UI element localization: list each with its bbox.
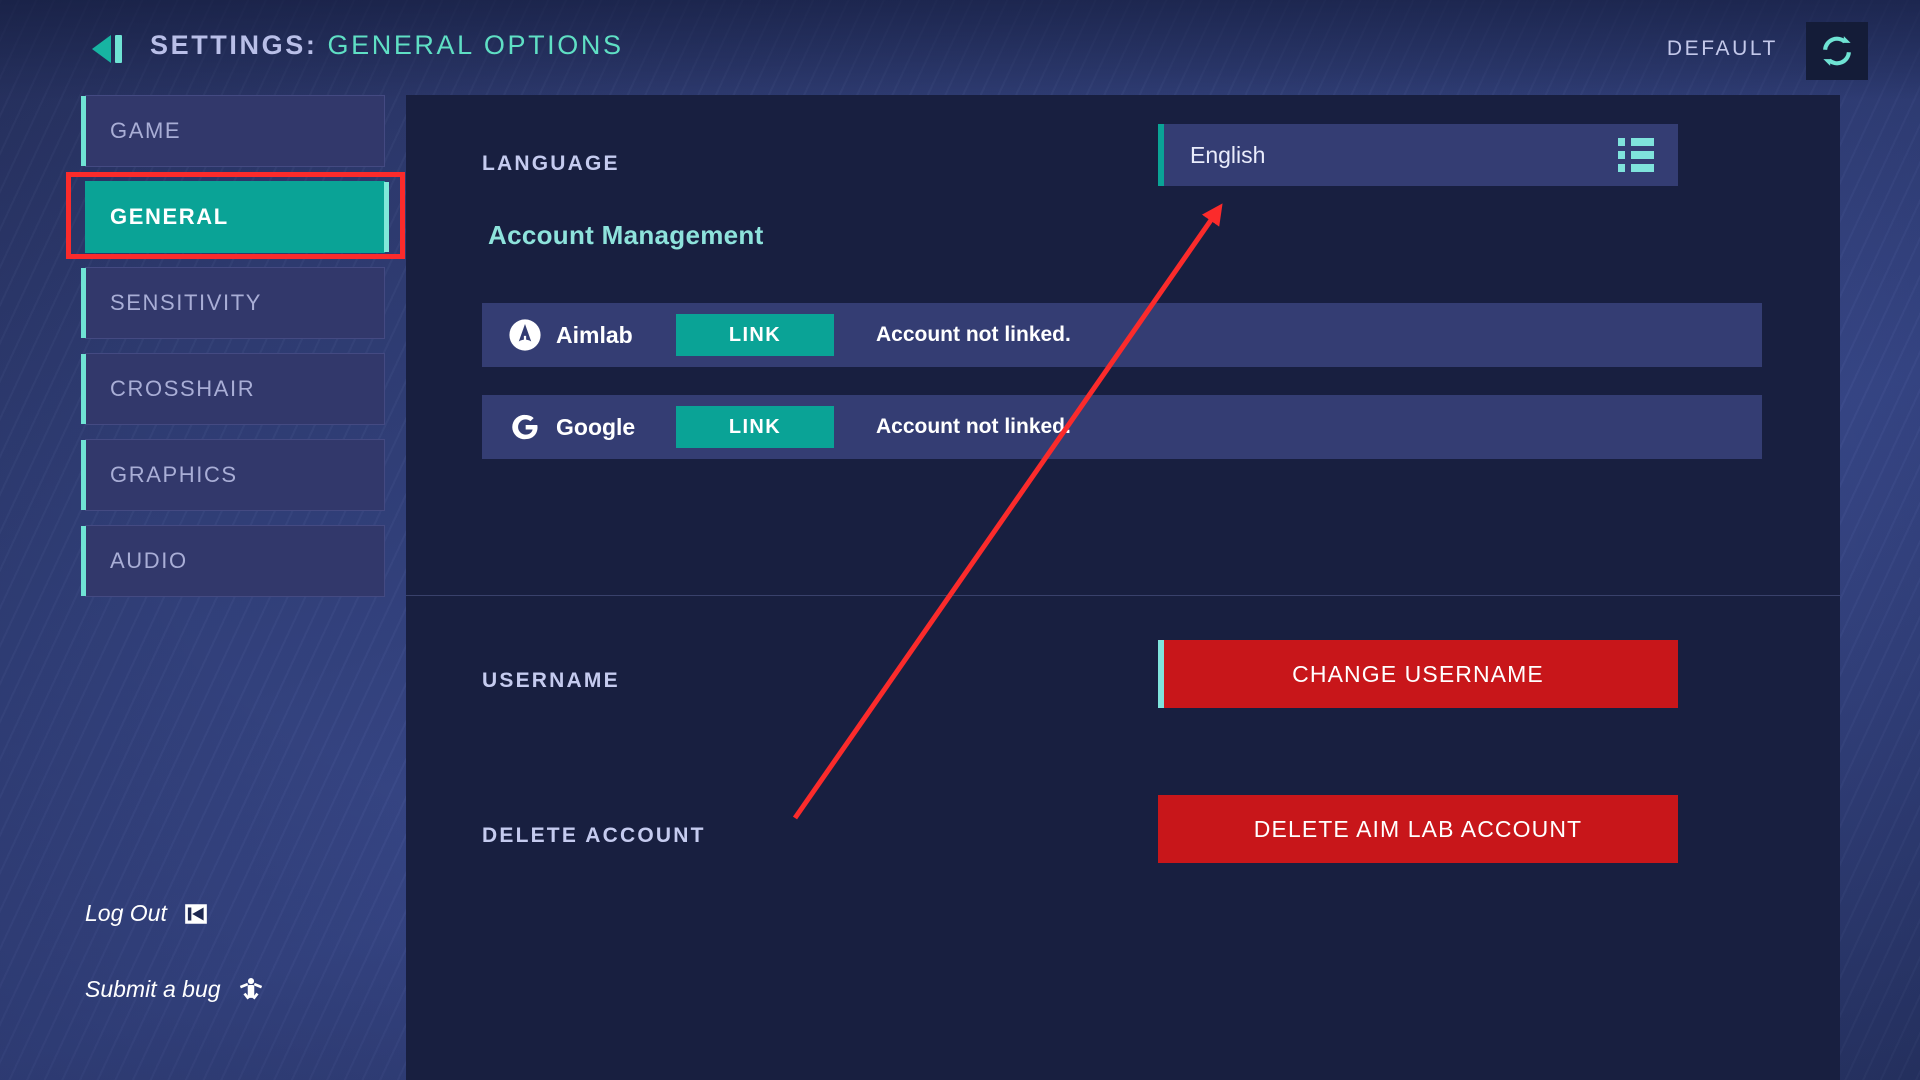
account-status-text: Account not linked.: [876, 323, 1071, 346]
back-arrow-icon[interactable]: [92, 33, 126, 65]
settings-screen: SETTINGS: GENERAL OPTIONS DEFAULT GAME G…: [0, 0, 1920, 1080]
refresh-icon: [1823, 36, 1851, 66]
username-label: USERNAME: [482, 669, 620, 692]
sidebar-item-label: CROSSHAIR: [110, 376, 256, 401]
nav-accent-bar: [384, 182, 389, 252]
change-username-label: CHANGE USERNAME: [1292, 660, 1544, 687]
nav-accent-bar: [81, 96, 86, 166]
sidebar-item-general[interactable]: GENERAL: [85, 181, 389, 253]
sidebar-footer: Log Out Submit a bug: [85, 900, 405, 1051]
sidebar-nav: GAME GENERAL SENSITIVITY CROSSHAIR GRAPH…: [81, 95, 389, 611]
delete-account-label-text: DELETE AIM LAB ACCOUNT: [1253, 815, 1583, 842]
sidebar-item-label: GAME: [110, 118, 182, 143]
link-google-button[interactable]: LINK: [676, 406, 834, 448]
sidebar-item-game[interactable]: GAME: [81, 95, 385, 167]
account-status-text: Account not linked.: [876, 415, 1071, 438]
content-section-top: LANGUAGE English Account Management Aiml…: [406, 95, 1840, 595]
sidebar-item-label: AUDIO: [110, 548, 188, 573]
account-provider-name: Google: [556, 413, 636, 440]
settings-content-panel: LANGUAGE English Account Management Aiml…: [406, 95, 1840, 1080]
dropdown-accent-bar: [1158, 124, 1164, 186]
delete-account-button[interactable]: DELETE AIM LAB ACCOUNT: [1158, 795, 1678, 863]
link-aimlab-button[interactable]: LINK: [676, 314, 834, 356]
log-out-label: Log Out: [85, 900, 167, 926]
log-out-button[interactable]: Log Out: [85, 900, 405, 927]
google-logo-icon: [504, 411, 546, 443]
nav-accent-bar: [81, 354, 86, 424]
content-divider: [406, 595, 1840, 596]
sidebar-item-label: GENERAL: [110, 204, 229, 229]
sidebar-item-crosshair[interactable]: CROSSHAIR: [81, 353, 385, 425]
account-provider-name: Aimlab: [556, 321, 633, 348]
sidebar-item-graphics[interactable]: GRAPHICS: [81, 439, 385, 511]
reset-to-default-button[interactable]: [1806, 22, 1868, 80]
logout-icon: [185, 903, 207, 924]
account-management-heading: Account Management: [488, 220, 764, 250]
sidebar-item-label: GRAPHICS: [110, 462, 238, 487]
page-title: SETTINGS: GENERAL OPTIONS: [150, 30, 624, 61]
sidebar-item-audio[interactable]: AUDIO: [81, 525, 385, 597]
submit-bug-label: Submit a bug: [85, 975, 221, 1002]
default-label: DEFAULT: [1666, 37, 1778, 60]
list-icon: [1618, 138, 1654, 172]
submit-bug-button[interactable]: Submit a bug: [85, 975, 405, 1003]
bug-icon: [239, 978, 262, 1000]
account-row: Google LINK Account not linked.: [482, 395, 1762, 459]
sidebar-item-label: SENSITIVITY: [110, 290, 263, 315]
sidebar-item-sensitivity[interactable]: SENSITIVITY: [81, 267, 385, 339]
page-title-section: GENERAL OPTIONS: [327, 30, 624, 60]
language-label: LANGUAGE: [482, 152, 620, 175]
nav-accent-bar: [81, 268, 86, 338]
nav-accent-bar: [81, 526, 86, 596]
account-row: Aimlab LINK Account not linked.: [482, 303, 1762, 367]
page-title-prefix: SETTINGS:: [150, 30, 318, 60]
change-username-button[interactable]: CHANGE USERNAME: [1158, 640, 1678, 708]
delete-account-label: DELETE ACCOUNT: [482, 824, 706, 847]
aimlab-logo-icon: [504, 318, 546, 352]
button-accent-bar: [1158, 640, 1164, 708]
language-dropdown[interactable]: English: [1158, 124, 1678, 186]
header-bar: SETTINGS: GENERAL OPTIONS DEFAULT: [0, 0, 1920, 100]
language-selected-value: English: [1190, 141, 1266, 168]
nav-accent-bar: [81, 440, 86, 510]
